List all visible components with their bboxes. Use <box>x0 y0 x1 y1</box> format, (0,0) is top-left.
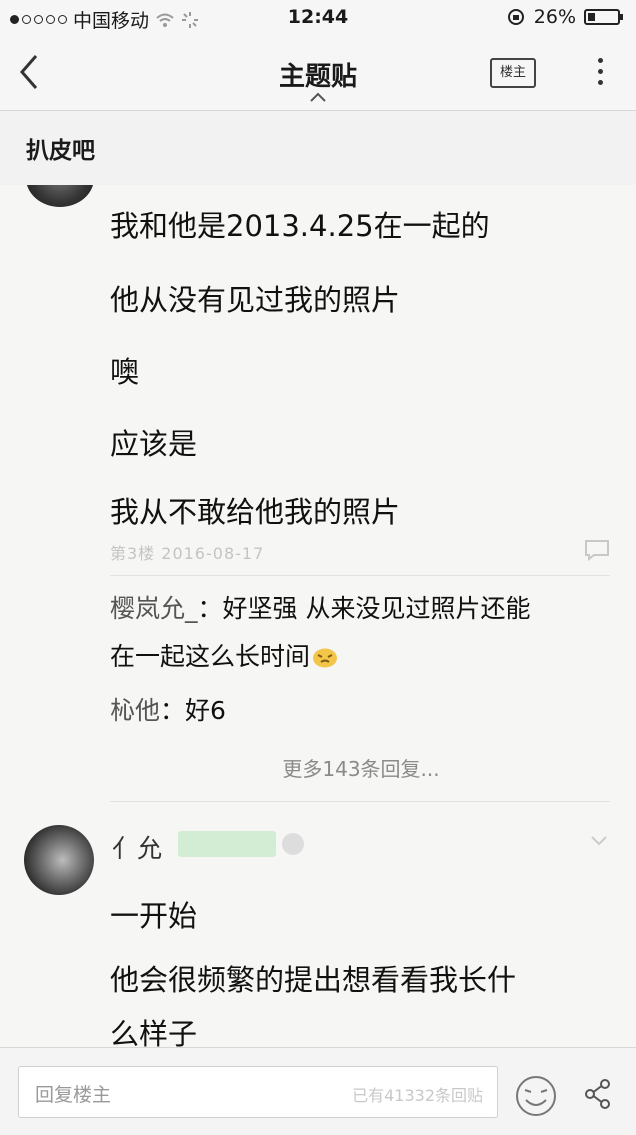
chevron-up-icon[interactable] <box>309 92 327 102</box>
battery-percent: 26% <box>533 6 576 28</box>
divider <box>110 801 610 802</box>
post-line: 噢 <box>110 355 140 389</box>
reply-input[interactable]: 回复楼主 已有41332条回贴 <box>18 1066 498 1118</box>
post-meta: 第3楼 2016-08-17 <box>110 544 265 563</box>
comment-icon[interactable] <box>584 539 610 561</box>
reply-username[interactable]: 杺他 <box>110 696 160 725</box>
level-badge <box>178 831 276 857</box>
reply-text: 好6 <box>185 696 226 725</box>
post-line: 么样子 <box>110 1017 198 1047</box>
emoji-icon[interactable] <box>512 1070 560 1118</box>
reply-username[interactable]: 樱岚允_ <box>110 594 198 623</box>
chevron-down-icon[interactable] <box>590 835 608 847</box>
status-right: 26% <box>506 6 623 28</box>
reply-count: 已有41332条回贴 <box>352 1086 483 1105</box>
thread-content: 我和他是2013.4.25在一起的 他从没有见过我的照片 噢 应该是 我从不敢给… <box>0 185 636 1047</box>
battery-icon <box>584 9 623 25</box>
divider <box>110 575 610 576</box>
nav-bar: 主题贴 楼主 <box>0 36 636 111</box>
post-line: 他从没有见过我的照片 <box>110 283 401 317</box>
avatar[interactable] <box>24 825 94 895</box>
avatar[interactable] <box>26 185 94 207</box>
reply-item[interactable]: 樱岚允_：好坚强 从来没见过照片还能 <box>110 589 530 625</box>
page-title: 主题贴 <box>278 62 357 92</box>
reply-bar: 回复楼主 已有41332条回贴 <box>0 1047 636 1135</box>
reply-item-continued: 在一起这么长时间 <box>110 637 338 673</box>
emoji-icon <box>313 648 338 668</box>
post-line: 我和他是2013.4.25在一起的 <box>110 209 490 243</box>
reply-text: 在一起这么长时间 <box>110 642 311 671</box>
post-line: 一开始 <box>110 899 198 933</box>
more-replies-link[interactable]: 更多143条回复... <box>0 753 636 782</box>
post-line: 他会很频繁的提出想看看我长什 <box>110 963 517 997</box>
more-options-icon[interactable] <box>592 54 608 94</box>
only-owner-button[interactable]: 楼主 <box>490 58 536 88</box>
reply-text: 好坚强 从来没见过照片还能 <box>222 594 531 623</box>
reply-placeholder: 回复楼主 <box>35 1084 112 1106</box>
reply-item[interactable]: 杺他：好6 <box>110 691 226 727</box>
post-line: 应该是 <box>110 427 198 461</box>
badge-icon <box>282 833 304 855</box>
forum-name[interactable]: 扒皮吧 <box>26 131 95 165</box>
share-icon[interactable] <box>584 1078 612 1110</box>
status-bar: 中国移动 12:44 26% <box>0 0 636 36</box>
orientation-lock-icon <box>507 9 524 25</box>
post-username[interactable]: 亻允 <box>112 829 162 865</box>
post-line: 我从不敢给他我的照片 <box>110 495 401 529</box>
forum-bar[interactable]: 扒皮吧 <box>0 111 636 185</box>
